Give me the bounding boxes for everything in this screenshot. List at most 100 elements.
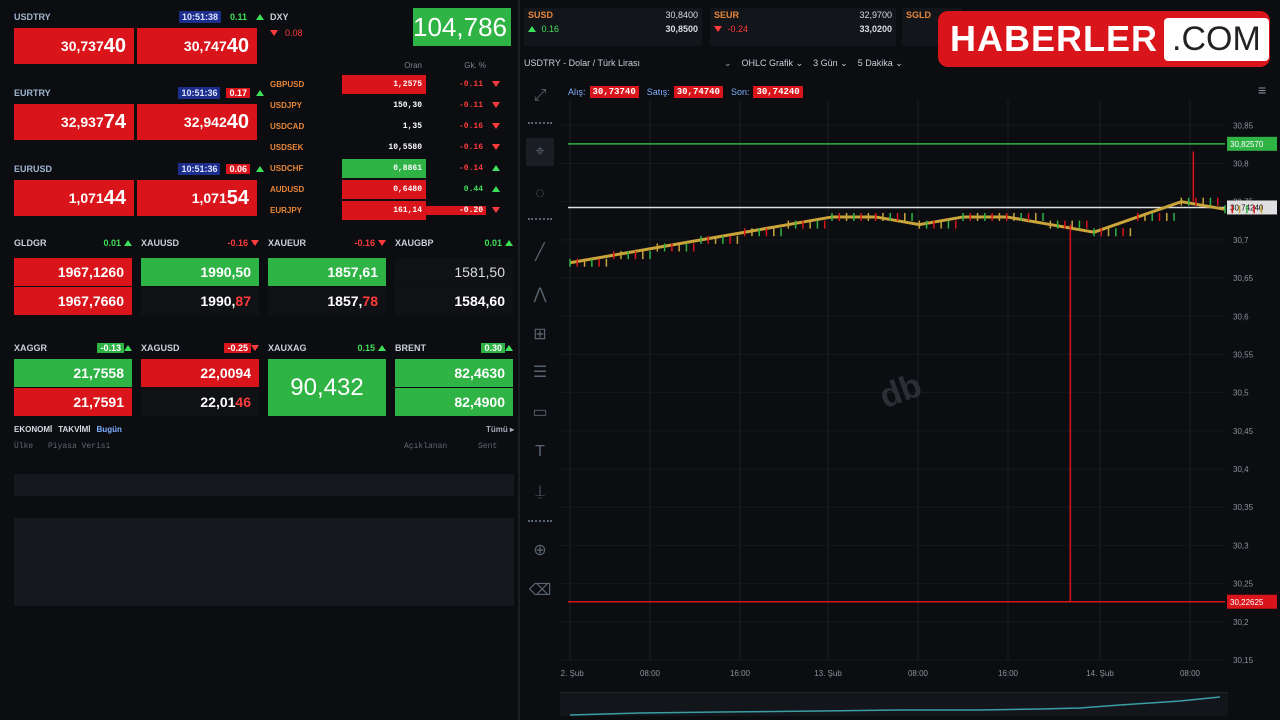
chevron-down-icon: ⌄ [724, 57, 732, 68]
calendar-row [14, 540, 514, 562]
ask-price-main: 32,942 [183, 114, 227, 130]
text-tool-icon[interactable]: T [526, 438, 554, 466]
quote-header-usdtry[interactable]: USDTRY 10:51:38 0.11 [14, 8, 264, 26]
metal-ask-main: 1990, [200, 293, 236, 309]
column-header-announced: Açıklanan [404, 441, 448, 451]
trendline-icon[interactable]: ╱ [526, 238, 554, 266]
fx-rate: 161,14 [342, 201, 426, 220]
fx-row[interactable]: USDCHF 0,8861 -0.14 [270, 158, 513, 179]
quote-change: 0.17 [226, 88, 250, 98]
chart-price-info: Alış: 30,73740 Satış: 30,74740 Son: 30,7… [568, 84, 803, 100]
calendar-row [14, 518, 514, 540]
column-header-change: Gk. % [464, 60, 486, 70]
chart-type-select[interactable]: OHLC Grafik ⌄ [742, 58, 804, 69]
ask-price-pips: 54 [226, 186, 249, 209]
quote-symbol: USDTRY [14, 12, 51, 22]
ticker-seur[interactable]: SEUR 32,9700 -0.24 33,0200 [710, 8, 896, 46]
metal-card-xauusd[interactable]: XAUUSD -0.16 1990,50 1990, 87 [141, 234, 259, 315]
fullscreen-icon[interactable]: ⤢ [526, 82, 554, 110]
arrow-down-icon [486, 101, 506, 110]
crosshair-icon[interactable]: ⌖ [526, 138, 554, 166]
calendar-row [14, 584, 514, 606]
tab-today[interactable]: Bugün [97, 425, 122, 434]
chart-range-label: 3 Gün [813, 57, 838, 68]
y-tick-label: 30,45 [1233, 427, 1254, 436]
bid-price[interactable]: 30,737 40 [14, 28, 134, 64]
fx-row[interactable]: AUDUSD 0,6480 0.44 [270, 179, 513, 200]
metal-card-brent[interactable]: BRENT 0.30 82,4630 82,4900 [395, 339, 513, 416]
pattern-icon[interactable]: ⋀ [526, 280, 554, 308]
chart-navigator[interactable] [560, 692, 1228, 716]
metal-card-xaggr[interactable]: XAGGR -0.13 21,7558 21,7591 [14, 339, 132, 416]
logo-main: HABERLER [950, 18, 1159, 59]
last-value: 30,74240 [753, 86, 803, 98]
chart-interval-select[interactable]: 5 Dakika ⌄ [858, 58, 903, 69]
fx-row[interactable]: USDJPY 150,30 -0.11 [270, 95, 513, 116]
chart-toolbar: USDTRY - Dolar / Türk Lirası ⌄ OHLC Graf… [524, 54, 974, 72]
bid-price-pips: 40 [103, 34, 126, 57]
chart-range-select[interactable]: 3 Gün ⌄ [813, 58, 848, 69]
ask-price[interactable]: 1,071 54 [137, 180, 257, 216]
metal-bid: 21,7558 [14, 359, 132, 387]
metal-change: -0.16 [354, 238, 375, 248]
calendar-row [14, 474, 514, 496]
eye-off-icon[interactable]: ◌ [526, 180, 554, 208]
metal-bid: 1581,50 [395, 258, 513, 286]
y-tick-label: 30,55 [1233, 350, 1254, 359]
tab-economy[interactable]: EKONOMİ [14, 425, 52, 434]
ticker-bid: 30,8400 [665, 10, 698, 20]
chart-symbol-select[interactable]: USDTRY - Dolar / Türk Lirası [524, 58, 714, 68]
trash-icon[interactable]: ⌫ [526, 576, 554, 604]
bid-price[interactable]: 32,937 74 [14, 104, 134, 140]
ticker-susd[interactable]: SUSD 30,8400 0.16 30,8500 [524, 8, 702, 46]
fx-row[interactable]: USDSEK 10,5580 -0.16 [270, 137, 513, 158]
metal-ask: 1584,60 [395, 287, 513, 315]
comment-icon[interactable]: ▭ [526, 398, 554, 426]
metal-bid: 82,4630 [395, 359, 513, 387]
metal-change: -0.16 [227, 238, 248, 248]
ticker-symbol: SUSD [528, 10, 554, 20]
arrow-up-icon [486, 164, 506, 173]
metal-symbol: XAUEUR [268, 238, 307, 248]
dxy-panel[interactable]: DXY 0.08 104,786 [270, 8, 513, 48]
metal-card-gldgr[interactable]: GLDGR 0.01 1967,1260 1967,7660 [14, 234, 132, 315]
zoom-icon[interactable]: ⊕ [526, 536, 554, 564]
metals-panel: GLDGR 0.01 1967,1260 1967,7660 XAUUSD -0.1… [14, 234, 514, 416]
measure-icon[interactable]: ⍊ [526, 478, 554, 506]
fx-row[interactable]: EURJPY 161,14 -0.20 [270, 200, 513, 221]
hamburger-menu-icon[interactable]: ≡ [1258, 82, 1266, 98]
metal-change: -0.25 [224, 343, 251, 353]
quote-symbol: EURUSD [14, 164, 53, 174]
fx-row[interactable]: USDCAD 1,35 -0.16 [270, 116, 513, 137]
quote-header-eurtry[interactable]: EURTRY 10:51:36 0.17 [14, 84, 264, 102]
bid-label: Alış: [568, 87, 586, 97]
chart-interval-label: 5 Dakika [857, 57, 893, 68]
fx-change: 0.44 [463, 185, 483, 194]
fx-change: -0.16 [458, 143, 483, 152]
y-tick-label: 30,85 [1233, 121, 1254, 130]
fibonacci-icon[interactable]: ☰ [526, 358, 554, 386]
fx-change: -0.11 [458, 101, 483, 110]
metal-change: -0.13 [97, 343, 124, 353]
metal-card-xaueur[interactable]: XAUEUR -0.16 1857,61 1857, 78 [268, 234, 386, 315]
metal-change: 0.15 [357, 343, 375, 353]
ask-price[interactable]: 32,942 40 [137, 104, 257, 140]
ask-price[interactable]: 30,747 40 [137, 28, 257, 64]
toolbar-divider [528, 218, 552, 220]
fx-row[interactable]: GBPUSD 1,2575 -0.11 [270, 74, 513, 95]
arrow-down-icon [251, 240, 259, 246]
tab-calendar[interactable]: TAKVİMİ [58, 425, 90, 434]
metal-card-xaugbp[interactable]: XAUGBP 0.01 1581,50 1584,60 [395, 234, 513, 315]
all-link[interactable]: Tümü ▸ [486, 425, 514, 434]
bid-price[interactable]: 1,071 44 [14, 180, 134, 216]
fx-rate: 150,30 [393, 101, 422, 110]
arrow-up-icon [256, 14, 264, 20]
metal-ask-main: 22,01 [200, 394, 236, 410]
arrow-down-icon [714, 26, 722, 32]
metal-ask-tail: 87 [235, 293, 251, 309]
metal-card-xagusd[interactable]: XAGUSD -0.25 22,0094 22,01 46 [141, 339, 259, 416]
quote-header-eurusd[interactable]: EURUSD 10:51:36 0.06 [14, 160, 264, 178]
x-tick-label: 08:00 [1180, 669, 1201, 678]
grid-tool-icon[interactable]: ⊞ [526, 320, 554, 348]
metal-card-xauxag[interactable]: XAUXAG 0.15 90,432 [268, 339, 386, 416]
